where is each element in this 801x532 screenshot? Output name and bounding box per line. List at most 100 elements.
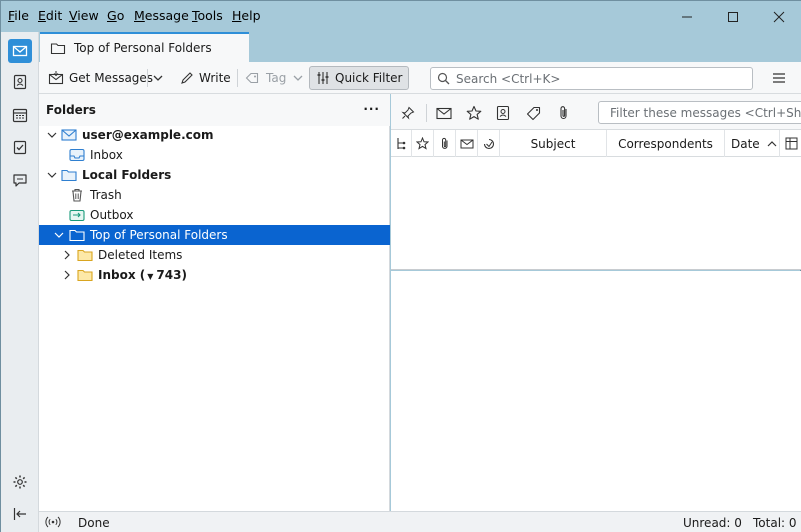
chevron-down-icon [293, 75, 303, 81]
sticky-filter-toggle[interactable] [398, 103, 418, 123]
search-icon [437, 72, 450, 85]
pencil-icon [181, 72, 193, 84]
folder-name: Outbox [90, 208, 134, 222]
menu-go[interactable]: Go [107, 8, 124, 23]
tag-icon [245, 72, 259, 84]
folder-icon [69, 227, 85, 243]
menu-file[interactable]: File [8, 8, 29, 23]
mail-space-button[interactable] [8, 39, 32, 63]
folder-pane: Folders ··· user@example.com Inbox Local… [39, 94, 390, 511]
menu-message[interactable]: Message [134, 8, 189, 23]
online-status-button[interactable] [45, 515, 61, 532]
junk-status-column[interactable] [478, 130, 500, 157]
folder-row-outbox[interactable]: Outbox [39, 205, 390, 225]
get-messages-button[interactable]: Get Messages [48, 66, 153, 90]
minimize-icon [682, 16, 692, 17]
local-folder-icon [61, 167, 77, 183]
subject-column[interactable]: Subject [500, 130, 607, 157]
calendar-icon [12, 108, 28, 123]
menu-tools[interactable]: Tools [192, 8, 223, 23]
outbox-icon [69, 207, 85, 223]
quick-filter-bar: Filter these messages <Ctrl+Shift+K> [391, 94, 801, 130]
menu-edit[interactable]: Edit [38, 8, 62, 23]
quick-filter-button[interactable]: Quick Filter [309, 66, 410, 90]
app-menu-button[interactable] [772, 66, 786, 90]
folder-pane-title: Folders [46, 103, 96, 117]
contact-filter-toggle[interactable] [493, 103, 513, 123]
spaces-toolbar [1, 32, 39, 532]
global-search-input[interactable]: Search <Ctrl+K> [430, 67, 753, 90]
tab-bar: Top of Personal Folders [39, 32, 801, 62]
starred-filter-toggle[interactable] [464, 103, 484, 123]
thread-list[interactable] [391, 157, 801, 270]
chevron-down-icon[interactable] [53, 229, 65, 241]
thread-column[interactable] [391, 130, 412, 157]
chevron-down-icon[interactable] [46, 129, 58, 141]
folder-row-local-folders[interactable]: Local Folders [39, 165, 390, 185]
maximize-button[interactable] [710, 1, 756, 32]
correspondents-column[interactable]: Correspondents [607, 130, 725, 157]
tab-label: Top of Personal Folders [74, 41, 212, 55]
read-status-icon [460, 139, 473, 148]
folder-row-trash[interactable]: Trash [39, 185, 390, 205]
chevron-down-icon[interactable] [46, 169, 58, 181]
paperclip-icon [441, 137, 447, 149]
tag-button[interactable]: Tag [245, 66, 304, 90]
folder-name: Local Folders [82, 168, 172, 182]
collapse-spaces-button[interactable] [8, 502, 32, 526]
settings-button[interactable] [8, 470, 32, 494]
unread-mail-icon [436, 107, 452, 120]
chat-button[interactable] [8, 168, 32, 192]
chevron-right-icon[interactable] [61, 249, 73, 261]
star-icon [466, 105, 482, 120]
inbox-icon [69, 147, 85, 163]
folder-row-top-of-personal-folders[interactable]: Top of Personal Folders [39, 225, 390, 245]
chevron-down-icon [153, 75, 163, 81]
folder-row-inbox[interactable]: Inbox [39, 145, 390, 165]
tasks-icon [13, 140, 27, 155]
filter-sliders-icon [317, 72, 329, 84]
contact-icon [496, 105, 510, 121]
junk-icon [483, 138, 494, 149]
write-button[interactable]: Write [180, 66, 231, 90]
unread-filter-toggle[interactable] [434, 103, 454, 123]
folder-pane-header: Folders ··· [39, 94, 390, 126]
folder-icon [50, 43, 66, 55]
menu-help[interactable]: Help [232, 8, 261, 23]
toolbar-separator [147, 69, 148, 87]
attachment-column[interactable] [434, 130, 456, 157]
folder-name: Top of Personal Folders [90, 228, 228, 242]
tab-top-of-personal-folders[interactable]: Top of Personal Folders [40, 32, 249, 62]
close-button[interactable] [756, 1, 801, 32]
folder-row-deleted-items[interactable]: Deleted Items [39, 245, 390, 265]
status-text: Done [78, 516, 110, 530]
minimize-button[interactable] [664, 1, 710, 32]
folder-pane-options-button[interactable]: ··· [363, 102, 380, 116]
menu-view[interactable]: View [69, 8, 99, 23]
unread-count-label: Unread: 0 [683, 516, 742, 530]
folder-name: Trash [90, 188, 122, 202]
thread-icon [397, 137, 406, 149]
chevron-right-icon[interactable] [61, 269, 73, 281]
starred-column[interactable] [412, 130, 434, 157]
folder-row-account[interactable]: user@example.com [39, 125, 390, 145]
attachment-filter-toggle[interactable] [554, 103, 574, 123]
collapse-icon [13, 508, 26, 520]
folder-icon [77, 247, 93, 263]
star-icon [416, 137, 429, 150]
tags-filter-toggle[interactable] [524, 103, 544, 123]
get-messages-dropdown[interactable] [152, 66, 164, 90]
read-status-column[interactable] [456, 130, 478, 157]
column-picker-button[interactable] [780, 130, 801, 157]
address-book-button[interactable] [8, 70, 32, 94]
date-column[interactable]: Date [725, 130, 780, 157]
tasks-button[interactable] [8, 135, 32, 159]
folder-row-pst-inbox[interactable]: Inbox (▼ 743) [39, 265, 390, 285]
chevron-up-icon [767, 140, 777, 146]
folder-name-with-count: Inbox (▼ 743) [98, 268, 187, 282]
calendar-button[interactable] [8, 103, 32, 127]
status-bar: Done Unread: 0 Total: 0 [39, 511, 801, 532]
chat-icon [13, 174, 27, 187]
app-window: File Edit View Go Message Tools Help Top… [0, 0, 801, 532]
filter-messages-input[interactable]: Filter these messages <Ctrl+Shift+K> [598, 101, 801, 124]
